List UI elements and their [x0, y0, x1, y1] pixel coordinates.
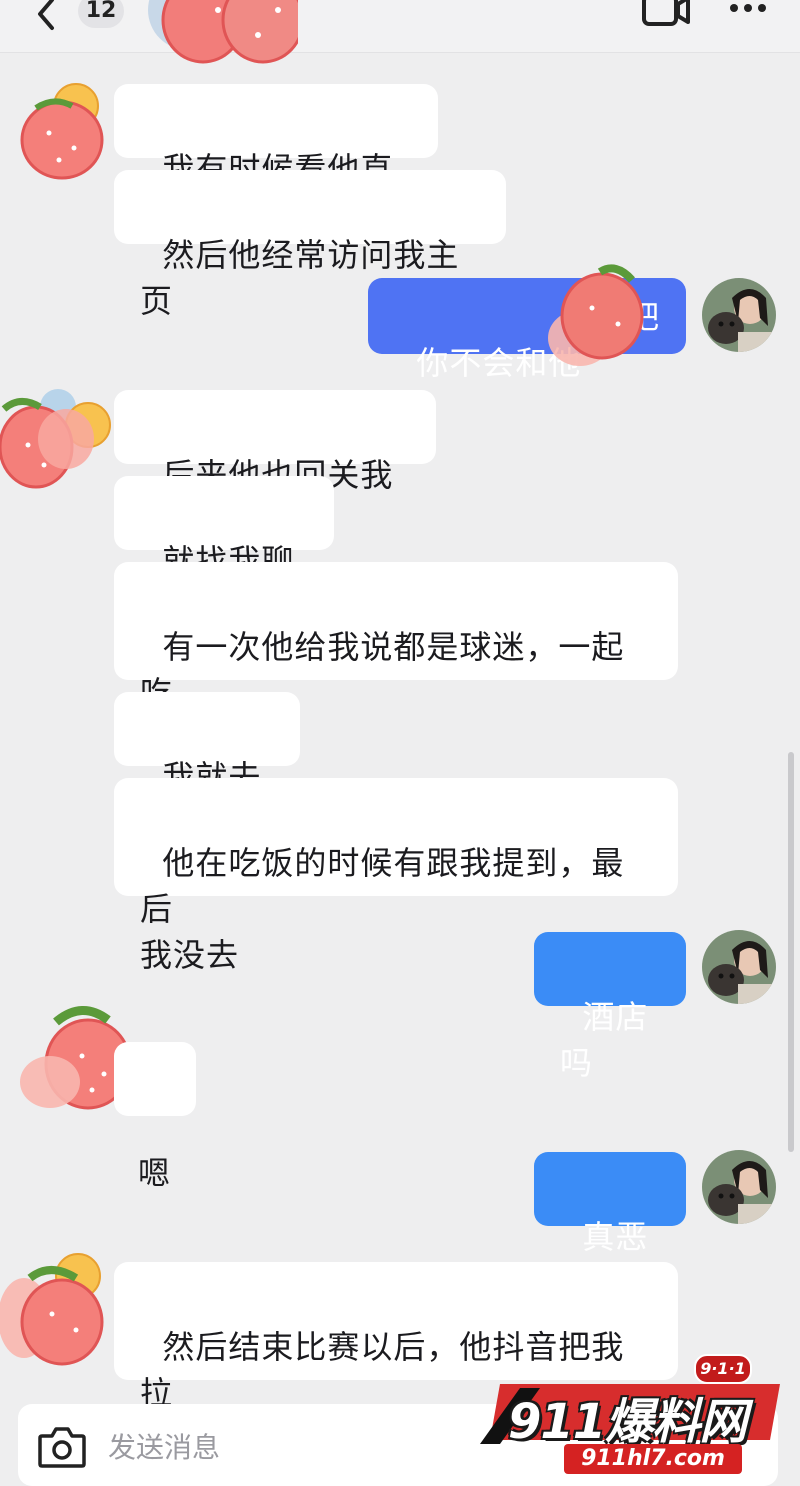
more-icon	[730, 4, 766, 12]
my-message-bubble[interactable]: 真恶心	[534, 1152, 686, 1302]
my-avatar[interactable]	[702, 278, 776, 352]
sender-avatar[interactable]	[0, 1248, 112, 1370]
my-message-bubble[interactable]: 酒店吗	[534, 932, 686, 1082]
unread-count-badge[interactable]: 12	[78, 0, 124, 28]
camera-button[interactable]	[36, 1424, 88, 1470]
message-bubble[interactable]: 就找我聊天	[114, 476, 334, 626]
message-bubble[interactable]: 我就去了	[114, 692, 300, 842]
video-call-button[interactable]	[640, 0, 692, 28]
message-bubble[interactable]: 有一次他给我说都是球迷，一起吃 个饭吧	[114, 562, 678, 758]
my-avatar[interactable]	[702, 1150, 776, 1224]
watermark-badge: 9·1·1	[694, 1354, 752, 1384]
watermark-title: 911爆料网	[508, 1394, 747, 1450]
scrollbar[interactable]	[788, 752, 794, 1152]
camera-icon	[38, 1427, 86, 1468]
back-arrow-icon	[38, 0, 54, 30]
message-bubble[interactable]: 然后他经常访问我主页	[114, 170, 506, 320]
watermark-url: 911hl7.com	[564, 1444, 742, 1474]
message-text: 酒店吗	[560, 998, 649, 1082]
more-options-button[interactable]	[726, 0, 770, 26]
message-bubble[interactable]: 嗯	[114, 1042, 196, 1192]
chat-header: 12	[0, 0, 800, 64]
message-input[interactable]	[108, 1424, 528, 1470]
sender-avatar[interactable]	[14, 78, 114, 183]
contact-avatar[interactable]	[148, 0, 305, 70]
back-button[interactable]	[26, 0, 66, 34]
my-avatar[interactable]	[702, 930, 776, 1004]
sender-avatar[interactable]	[0, 385, 116, 497]
video-call-icon	[642, 0, 690, 26]
message-bubble[interactable]: 后来他也回关我了	[114, 390, 436, 540]
watermark-logo: 9·1·1 911爆料网 911hl7.com	[480, 1344, 790, 1484]
sticker-overlay	[540, 258, 652, 374]
message-bubble[interactable]: 他在吃饭的时候有跟我提到，最后 我没去	[114, 778, 678, 974]
message-bubble[interactable]: 我有时候看他直播	[114, 84, 438, 234]
message-text: 嗯	[138, 1154, 172, 1192]
